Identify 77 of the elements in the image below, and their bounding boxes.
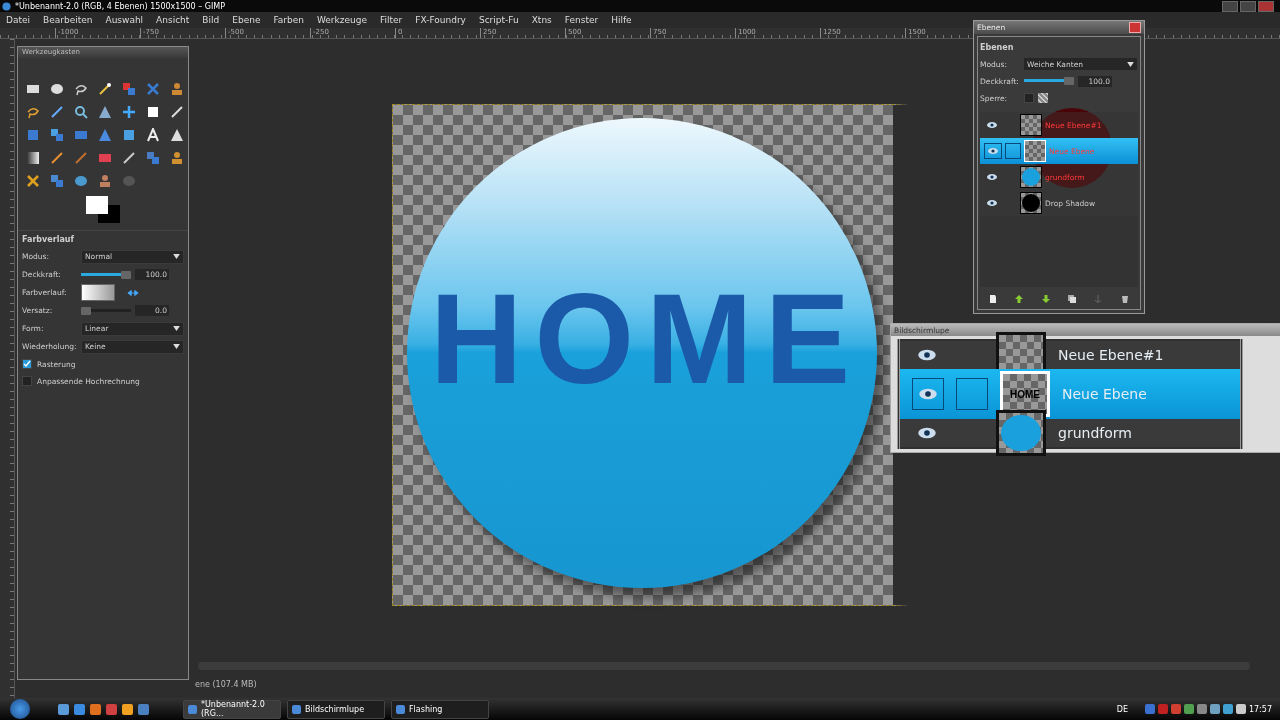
- tray-icon[interactable]: [1209, 704, 1220, 714]
- menu-item[interactable]: Ansicht: [156, 15, 190, 25]
- slider[interactable]: [1024, 77, 1074, 85]
- menu-item[interactable]: Filter: [380, 15, 403, 25]
- menu-item[interactable]: Farben: [273, 15, 304, 25]
- menu-item[interactable]: Fenster: [564, 15, 599, 25]
- slider[interactable]: [81, 270, 131, 279]
- slider-handle[interactable]: [1064, 77, 1074, 85]
- lasso-icon[interactable]: [74, 82, 88, 96]
- maximize-button[interactable]: [1240, 0, 1256, 12]
- trash-icon[interactable]: [1119, 294, 1130, 304]
- up-arrow-icon[interactable]: [1014, 294, 1025, 304]
- slider[interactable]: [81, 306, 131, 315]
- minimize-button[interactable]: [1222, 0, 1238, 12]
- caret-icon: [173, 344, 180, 349]
- status-text: ene (107.4 MB): [195, 679, 257, 689]
- checker-icon: [1038, 93, 1048, 103]
- menu-item[interactable]: Bild: [202, 15, 220, 25]
- language-indicator[interactable]: DE: [1116, 704, 1128, 714]
- ellipse-select-icon[interactable]: [50, 82, 64, 96]
- checkbox[interactable]: [1024, 93, 1034, 103]
- tray-icon[interactable]: [1235, 704, 1246, 714]
- layer-thumbnail: [1020, 166, 1042, 188]
- eye-icon: [912, 378, 944, 410]
- text-tool-icon[interactable]: [146, 128, 160, 142]
- layer-thumbnail: [1020, 192, 1042, 214]
- layer-name: grundform: [1058, 425, 1132, 441]
- pencil-icon[interactable]: [50, 151, 64, 165]
- taskbar-button[interactable]: Bildschirmlupe: [287, 699, 385, 719]
- move-icon[interactable]: [122, 105, 136, 119]
- duplicate-icon[interactable]: [1067, 294, 1078, 304]
- gradient-icon[interactable]: [26, 151, 40, 165]
- checkbox[interactable]: [22, 376, 32, 386]
- tool-options-title: Farbverlauf: [22, 235, 75, 244]
- caret-icon: [1127, 61, 1134, 67]
- rect-select-icon[interactable]: [26, 82, 40, 96]
- layer-name: Neue Ebene: [1062, 386, 1147, 402]
- taskbar-button[interactable]: Flashing: [391, 699, 489, 719]
- layer-thumbnail: [1020, 114, 1042, 136]
- window-title: *Unbenannt-2.0 (RGB, 4 Ebenen) 1500x1500 – GIMP: [15, 1, 226, 11]
- tray-icon[interactable]: [1222, 704, 1233, 714]
- close-button[interactable]: [1129, 22, 1141, 33]
- menu-item[interactable]: Auswahl: [105, 15, 144, 25]
- menu-item[interactable]: Script-Fu: [478, 15, 519, 25]
- eraser-icon[interactable]: [98, 151, 112, 165]
- logo-text: HOME: [430, 275, 862, 403]
- clock: 17:57: [1248, 704, 1272, 714]
- layer-name: Neue Ebene#1: [1058, 347, 1164, 363]
- app-icon: [2, 1, 11, 11]
- menu-item[interactable]: FX-Foundry: [415, 15, 466, 25]
- slider-handle[interactable]: [121, 270, 131, 279]
- tray-icon[interactable]: [1196, 704, 1207, 714]
- zoom-icon[interactable]: [74, 105, 88, 119]
- person-icon[interactable]: [170, 82, 184, 96]
- menu-item[interactable]: Hilfe: [611, 15, 632, 25]
- caret-icon: [173, 254, 180, 259]
- menu-item[interactable]: Datei: [6, 15, 30, 25]
- color-swatches-drawing[interactable]: [86, 196, 120, 223]
- menu-item[interactable]: Ebene: [232, 15, 261, 25]
- gradient-swatch[interactable]: [81, 284, 115, 301]
- panel-title: Ebenen: [980, 43, 1015, 52]
- eye-icon[interactable]: [984, 143, 1002, 159]
- wand-icon[interactable]: [98, 82, 112, 96]
- menu-item[interactable]: Werkzeuge: [316, 15, 367, 25]
- menu-item[interactable]: Bearbeiten: [43, 15, 93, 25]
- down-arrow-icon[interactable]: [1040, 294, 1051, 304]
- slider-handle[interactable]: [81, 306, 91, 315]
- menu-item[interactable]: Xtns: [531, 15, 552, 25]
- start-button[interactable]: [10, 699, 30, 719]
- tray-icon[interactable]: [1183, 704, 1194, 714]
- new-page-icon[interactable]: [988, 294, 999, 304]
- swap-arrows-icon[interactable]: [127, 288, 139, 297]
- checkbox[interactable]: [22, 359, 32, 369]
- layer-thumbnail: [1024, 140, 1046, 162]
- taskbar-button[interactable]: *Unbenannt-2.0 (RG...: [183, 699, 281, 719]
- caret-icon: [173, 326, 180, 331]
- close-button[interactable]: [1258, 0, 1274, 12]
